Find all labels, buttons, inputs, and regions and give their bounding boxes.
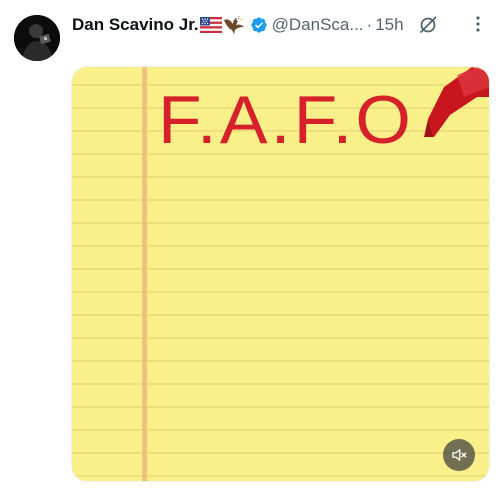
author-name[interactable]: Dan Scavino Jr. — [72, 15, 199, 35]
fafo-handwriting: F.A.F.O — [158, 82, 415, 158]
eagle-icon — [223, 15, 245, 35]
grok-icon[interactable] — [418, 15, 438, 35]
timestamp[interactable]: 15h — [375, 15, 403, 35]
us-flag-icon — [199, 17, 222, 33]
avatar[interactable] — [14, 15, 60, 61]
author-handle[interactable]: @DanSca... — [272, 15, 364, 35]
tweet-media-video[interactable]: F.A.F.O — [71, 66, 490, 482]
more-options-icon[interactable] — [468, 14, 488, 34]
separator-dot: · — [366, 15, 373, 34]
tweet-header: Dan Scavino Jr. @DanSca... · 15h — [72, 12, 488, 38]
verified-badge-icon[interactable] — [250, 16, 268, 34]
mute-icon[interactable] — [443, 439, 475, 471]
